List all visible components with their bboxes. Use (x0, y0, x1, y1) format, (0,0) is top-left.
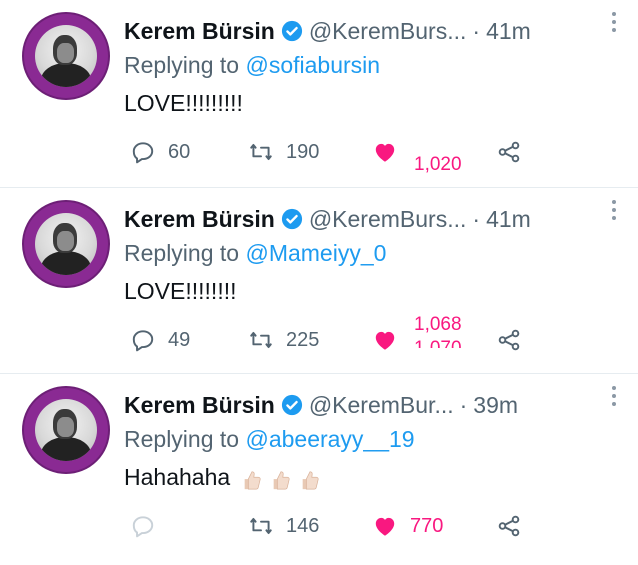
timestamp[interactable]: 41m (486, 18, 531, 45)
verified-badge-icon (281, 394, 302, 416)
retweet-count: 190 (286, 140, 320, 163)
retweet-icon (250, 517, 272, 535)
tweet-header: Kerem Bürsin @KeremBur... · 39m (124, 388, 624, 422)
like-count: 1,020 (414, 154, 462, 175)
retweet-button[interactable]: 225 (248, 324, 319, 356)
share-button[interactable] (496, 324, 522, 356)
tweet-feed: Kerem Bürsin @KeremBurs... · 41m Replyin… (0, 0, 638, 565)
tweet[interactable]: Kerem Bürsin @KeremBurs... · 41m Replyin… (0, 0, 638, 188)
heart-icon (375, 143, 395, 162)
tweet-text: LOVE!!!!!!!!! (124, 90, 243, 116)
separator-dot: · (472, 205, 481, 232)
reply-count: 60 (168, 140, 191, 163)
user-handle[interactable]: @KeremBur... (309, 392, 454, 419)
share-icon (498, 329, 520, 351)
mention-link[interactable]: @abeerayy__19 (245, 426, 414, 452)
retweet-count: 146 (286, 514, 320, 537)
share-icon (498, 515, 520, 537)
avatar[interactable] (22, 200, 110, 288)
replying-to: Replying to @sofiabursin (124, 52, 380, 79)
avatar-photo (35, 399, 97, 461)
reply-icon (132, 330, 154, 352)
timestamp[interactable]: 39m (473, 392, 518, 419)
retweet-button[interactable]: 190 (248, 136, 319, 168)
share-button[interactable] (496, 136, 522, 168)
tweet-text-content: Hahahaha (124, 464, 231, 490)
thumbs-up-emoji (241, 465, 323, 492)
share-icon (498, 141, 520, 163)
replying-to: Replying to @Mameiyy_0 (124, 240, 386, 267)
like-button[interactable] (372, 324, 398, 356)
tweet-header: Kerem Bürsin @KeremBurs... · 41m (124, 202, 624, 236)
like-button[interactable]: 770 (372, 510, 443, 542)
reply-button[interactable]: 60 (130, 136, 190, 168)
display-name[interactable]: Kerem Bürsin (124, 206, 275, 233)
verified-badge-icon (281, 208, 302, 230)
like-count: 770 (410, 514, 444, 537)
replying-to-label: Replying to (124, 52, 240, 78)
tweet-text: LOVE!!!!!!!! (124, 278, 237, 304)
tweet[interactable]: Kerem Bürsin @KeremBurs... · 41m Replyin… (0, 188, 638, 374)
like-count: 1,068 (414, 314, 462, 335)
reply-button[interactable]: 49 (130, 324, 190, 356)
like-count-previous: 1,070 (414, 338, 462, 348)
like-button[interactable] (372, 136, 398, 168)
reply-button[interactable] (130, 510, 156, 542)
mention-link[interactable]: @sofiabursin (245, 52, 380, 78)
avatar[interactable] (22, 12, 110, 100)
tweet-actions: 49 225 1,068 1,070 (124, 314, 544, 356)
timestamp[interactable]: 41m (486, 206, 531, 233)
user-handle[interactable]: @KeremBurs... (309, 206, 467, 233)
more-options-icon[interactable] (610, 384, 618, 408)
share-button[interactable] (496, 510, 522, 542)
heart-icon (375, 331, 395, 350)
tweet-header: Kerem Bürsin @KeremBurs... · 41m (124, 14, 624, 48)
tweet-actions: 60 190 1,020 (124, 136, 544, 175)
replying-to-label: Replying to (124, 240, 240, 266)
heart-icon (375, 517, 395, 536)
avatar-photo (35, 213, 97, 275)
reply-icon (132, 516, 154, 538)
mention-link[interactable]: @Mameiyy_0 (245, 240, 386, 266)
verified-badge-icon (281, 20, 302, 42)
avatar-photo (35, 25, 97, 87)
retweet-button[interactable]: 146 (248, 510, 319, 542)
more-options-icon[interactable] (610, 10, 618, 34)
replying-to: Replying to @abeerayy__19 (124, 426, 415, 453)
separator-dot: · (459, 391, 468, 418)
retweet-icon (250, 143, 272, 161)
thumbs-up-icon (244, 471, 261, 490)
user-handle[interactable]: @KeremBurs... (309, 18, 467, 45)
tweet[interactable]: Kerem Bürsin @KeremBur... · 39m Replying… (0, 374, 638, 565)
tweet-text: Hahahaha (124, 464, 322, 492)
thumbs-up-icon (302, 471, 319, 490)
thumbs-up-icon (273, 471, 290, 490)
replying-to-label: Replying to (124, 426, 240, 452)
like-count-animation: 1,068 1,070 (414, 314, 484, 358)
retweet-count: 225 (286, 328, 320, 351)
retweet-icon (250, 331, 272, 349)
display-name[interactable]: Kerem Bürsin (124, 18, 275, 45)
reply-count: 49 (168, 328, 191, 351)
separator-dot: · (472, 17, 481, 44)
display-name[interactable]: Kerem Bürsin (124, 392, 275, 419)
reply-icon (132, 142, 154, 164)
more-options-icon[interactable] (610, 198, 618, 222)
tweet-actions: 146 770 (124, 510, 544, 542)
avatar[interactable] (22, 386, 110, 474)
